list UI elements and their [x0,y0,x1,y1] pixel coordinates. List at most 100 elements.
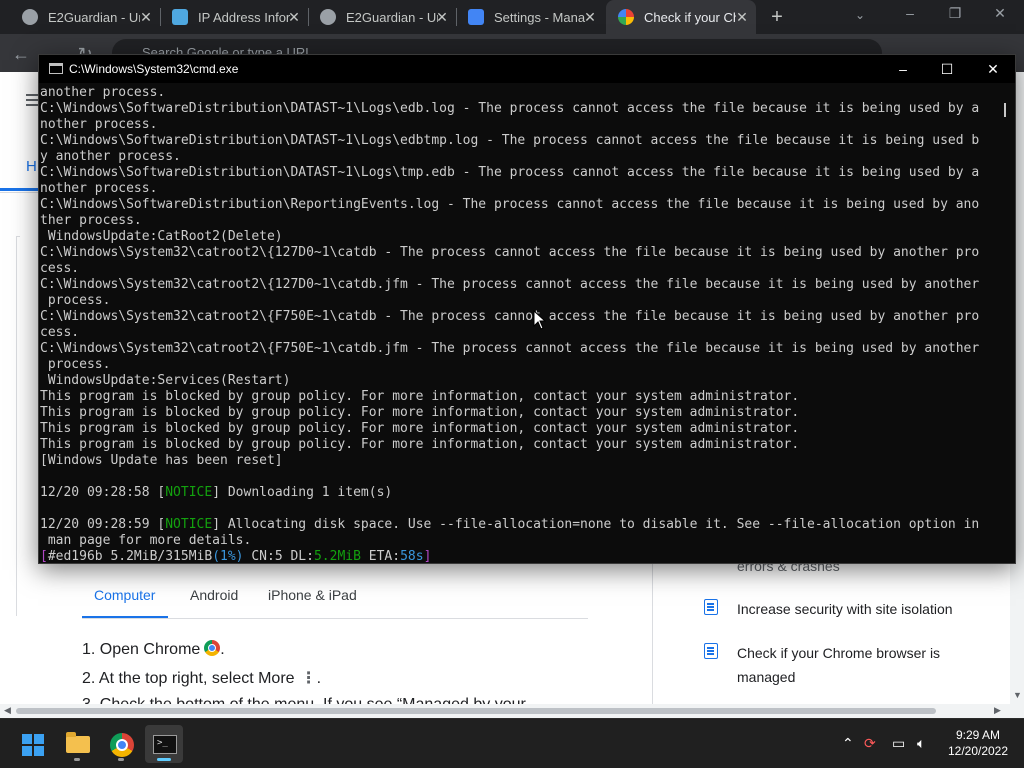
console-line: process. [40,357,1001,373]
console-text: 58s [400,549,424,563]
cmd-app-icon [49,63,63,74]
browser-tab-2[interactable]: IP Address Infor ✕ [160,0,308,34]
console-text: This program is blocked by group policy.… [40,389,800,404]
console-line: This program is blocked by group policy.… [40,389,1001,405]
back-arrow-icon[interactable]: ← [10,43,32,65]
console-text: C:\Windows\SoftwareDistribution\DATAST~1… [40,133,980,148]
active-indicator [157,758,171,761]
console-line: man page for more details. [40,533,1001,549]
console-text: 12/20 09:28:59 [ [40,517,166,532]
console-line: cess. [40,261,1001,277]
chrome-taskbar-button[interactable] [102,725,140,763]
browser-tab-3[interactable]: E2Guardian - Ur ✕ [308,0,456,34]
step-suffix: . [220,641,225,658]
console-line: ther process. [40,213,1001,229]
console-text: [ [40,549,48,563]
console-text: 12/20 09:28:58 [ [40,485,166,500]
browser-tab-5-active[interactable]: Check if your Ch ✕ [606,0,756,34]
tab-title: Check if your Ch [644,9,736,25]
console-text: C:\Windows\System32\catroot2\{127D0~1\ca… [40,277,980,292]
console-text: process. [40,357,111,372]
console-line: C:\Windows\SoftwareDistribution\DATAST~1… [40,101,1001,117]
browser-tab-4[interactable]: Settings - Mana ✕ [456,0,604,34]
chrome-icon [110,733,134,757]
tab-iphone-ipad[interactable]: iPhone & iPad [268,587,357,603]
settings-page-icon [468,9,484,25]
console-text: (1%) [212,549,244,563]
clock[interactable]: 9:29 AM 12/20/2022 [938,727,1018,759]
tab-computer[interactable]: Computer [94,587,155,603]
console-text: [Windows Update has been reset] [40,453,283,468]
console-text: This program is blocked by group policy.… [40,437,800,452]
volume-icon[interactable]: 🔈︎ [917,735,925,752]
file-explorer-button[interactable] [58,725,96,763]
show-hidden-icons-chevron-icon[interactable]: ⌃ [842,735,854,752]
console-line: C:\Windows\System32\catroot2\{127D0~1\ca… [40,277,1001,293]
google-icon [618,9,634,25]
divider [82,618,588,619]
windows-logo-icon [22,734,44,756]
console-line: [#ed196b 5.2MiB/315MiB(1%) CN:5 DL:5.2Mi… [40,549,1001,563]
console-text: another process. [40,85,166,100]
console-text: NOTICE [165,517,213,532]
console-text: 5.2MiB [313,549,361,563]
console-line: This program is blocked by group policy.… [40,437,1001,453]
console-text: This program is blocked by group policy.… [40,405,800,420]
scroll-down-icon[interactable]: ▼ [1013,690,1022,700]
browser-minimize-icon[interactable]: – [900,5,920,21]
console-line: WindowsUpdate:CatRoot2(Delete) [40,229,1001,245]
tab-close-icon[interactable]: ✕ [734,9,750,25]
clock-time: 9:29 AM [955,728,1001,742]
taskbar: ⌃ ⟳ ▭ 🔈︎ 9:29 AM 12/20/2022 [0,718,1024,768]
cmd-minimize-icon[interactable]: – [893,59,913,79]
tab-android[interactable]: Android [190,587,238,603]
console-text: y another process. [40,149,181,164]
console-text: WindowsUpdate:CatRoot2(Delete) [40,229,283,244]
console-text: NOTICE [165,485,213,500]
running-indicator [118,758,124,761]
tab-close-icon[interactable]: ✕ [286,9,302,25]
step-suffix: . [316,670,322,687]
cmd-titlebar[interactable]: C:\Windows\System32\cmd.exe – ☐ ✕ [39,55,1015,83]
browser-tab-1[interactable]: E2Guardian - Ur ✕ [10,0,160,34]
chrome-logo-icon [204,640,221,656]
step-1: 1. Open Chrome. [82,640,225,659]
step-3: 3. Check the bottom of the menu. If you … [82,696,526,704]
console-text: CN:5 DL: [243,549,314,563]
tab-close-icon[interactable]: ✕ [582,9,598,25]
new-tab-button[interactable]: + [766,6,788,28]
network-icon[interactable]: ▭ [892,735,905,752]
console-line: This program is blocked by group policy.… [40,421,1001,437]
tab-close-icon[interactable]: ✕ [434,9,450,25]
cmd-scrollbar-thumb[interactable] [1004,103,1006,117]
sync-alert-icon[interactable]: ⟳ [864,735,876,752]
scroll-right-icon[interactable]: ▶ [994,705,1001,716]
scrollbar-thumb[interactable] [16,708,936,714]
step-number: 3. [82,696,95,704]
related-article-chrome-managed[interactable]: Check if your Chrome browser is managed [737,641,940,689]
browser-close-icon[interactable]: ✕ [990,5,1010,22]
console-line: process. [40,293,1001,309]
related-line: Check if your Chrome browser is [737,645,941,661]
console-text: ] Downloading 1 item(s) [212,485,393,500]
tab-close-icon[interactable]: ✕ [138,9,154,25]
cmd-close-icon[interactable]: ✕ [983,59,1003,79]
related-article-site-isolation[interactable]: Increase security with site isolation [737,597,953,621]
cmd-taskbar-button[interactable] [145,725,183,763]
tab-search-icon[interactable]: ⌄ [855,8,865,22]
start-button[interactable] [13,725,51,763]
tab-title: Settings - Mana [494,9,586,25]
console-line: This program is blocked by group policy.… [40,405,1001,421]
browser-restore-icon[interactable]: ❐ [945,5,965,22]
running-indicator [74,758,80,761]
console-text: ] [423,549,432,563]
cmd-window[interactable]: C:\Windows\System32\cmd.exe – ☐ ✕ anothe… [38,54,1016,564]
console-text: process. [40,293,111,308]
article-icon [704,599,718,615]
cmd-maximize-icon[interactable]: ☐ [937,59,957,79]
cmd-scrollbar[interactable] [1003,85,1015,563]
scroll-left-icon[interactable]: ◀ [4,705,11,716]
page-header-tab[interactable]: H [26,158,37,175]
cmd-output[interactable]: another process. C:\Windows\SoftwareDistr… [39,85,1001,563]
console-text: C:\Windows\SoftwareDistribution\DATAST~1… [40,165,980,180]
